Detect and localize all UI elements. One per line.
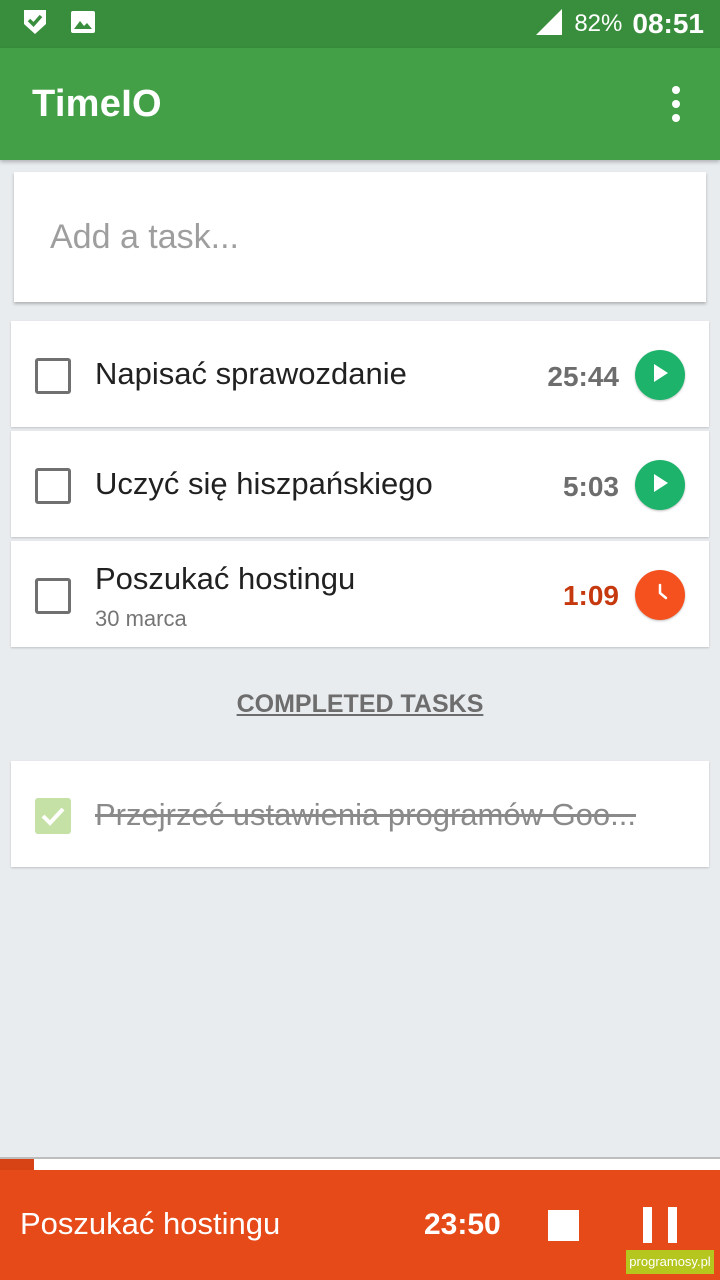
clock: 08:51 xyxy=(632,8,704,39)
task-row[interactable]: Poszukać hostingu 30 marca 1:09 xyxy=(11,541,709,647)
battery-level: 82% xyxy=(574,10,623,37)
task-check-notification-icon xyxy=(22,8,48,41)
task-title: Napisać sprawozdanie xyxy=(95,356,407,391)
watermark: programosy.pl xyxy=(626,1250,714,1274)
overflow-menu-icon[interactable] xyxy=(656,76,696,132)
image-notification-icon xyxy=(70,10,96,39)
stop-icon[interactable] xyxy=(548,1210,579,1241)
status-icons-right: 82% 08:51 xyxy=(534,7,704,42)
add-task-card xyxy=(14,172,706,302)
task-title: Poszukać hostingu xyxy=(95,561,356,596)
task-row[interactable]: Uczyć się hiszpańskiego 5:03 xyxy=(11,431,709,537)
task-checkbox-checked[interactable] xyxy=(35,798,71,834)
status-icons-left xyxy=(22,8,96,41)
clock-icon xyxy=(647,580,673,611)
task-time: 1:09 xyxy=(562,580,619,611)
task-time: 5:03 xyxy=(562,471,619,502)
task-checkbox[interactable] xyxy=(35,358,71,394)
task-title: Uczyć się hiszpańskiego xyxy=(95,466,433,501)
timer-progress-fill xyxy=(0,1159,34,1170)
status-bar: 82% 08:51 xyxy=(0,0,720,48)
completed-tasks-header[interactable]: COMPLETED TASKS xyxy=(0,690,720,719)
active-task-title: Poszukać hostingu xyxy=(20,1206,281,1241)
timer-progress xyxy=(0,1157,720,1170)
app-title: TimeIO xyxy=(32,82,162,125)
completed-task-title: Przejrzeć ustawienia programów Goo... xyxy=(95,797,637,832)
task-checkbox[interactable] xyxy=(35,468,71,504)
app-bar: TimeIO xyxy=(0,48,720,160)
task-time: 25:44 xyxy=(547,361,619,392)
task-checkbox[interactable] xyxy=(35,578,71,614)
add-task-input[interactable] xyxy=(50,217,670,257)
play-button[interactable] xyxy=(635,350,685,400)
play-icon xyxy=(651,363,669,388)
pause-icon[interactable] xyxy=(643,1207,677,1243)
play-icon xyxy=(651,473,669,498)
task-row[interactable]: Napisać sprawozdanie 25:44 xyxy=(11,321,709,427)
play-button[interactable] xyxy=(635,460,685,510)
active-timer-bar[interactable]: Poszukać hostingu 23:50 xyxy=(0,1170,720,1280)
completed-task-row[interactable]: Przejrzeć ustawienia programów Goo... xyxy=(11,761,709,867)
timer-button[interactable] xyxy=(635,570,685,620)
task-due-date: 30 marca xyxy=(95,606,187,631)
active-timer-time: 23:50 xyxy=(424,1208,501,1241)
signal-icon xyxy=(534,7,564,42)
